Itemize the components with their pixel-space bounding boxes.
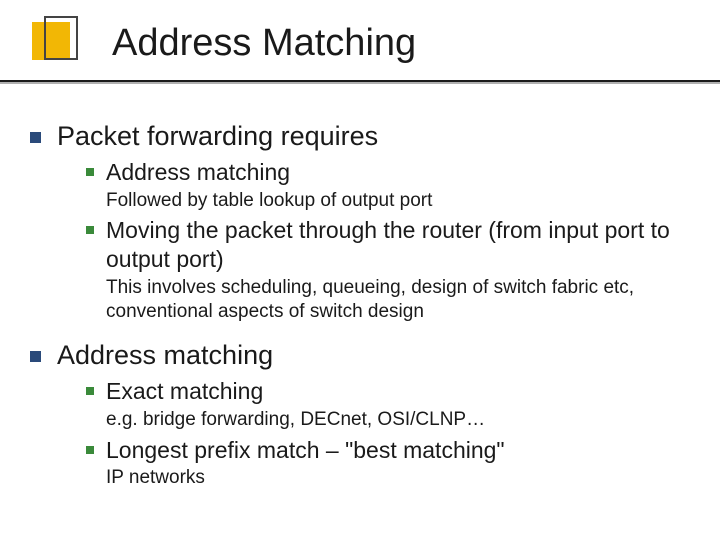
- list-item: Longest prefix match – "best matching": [86, 436, 690, 465]
- square-bullet-icon: [86, 446, 94, 454]
- title-underline: [0, 80, 720, 84]
- list-item-subtext: Followed by table lookup of output port: [106, 189, 690, 213]
- list-item-text: Address matching: [57, 339, 273, 373]
- square-bullet-icon: [86, 387, 94, 395]
- list-item: Packet forwarding requires: [30, 120, 690, 154]
- list-item-text: Packet forwarding requires: [57, 120, 378, 154]
- list-item-subtext: e.g. bridge forwarding, DECnet, OSI/CLNP…: [106, 408, 690, 432]
- corner-decoration: [32, 16, 78, 70]
- square-bullet-icon: [30, 132, 41, 143]
- list-item-text: Moving the packet through the router (fr…: [106, 216, 690, 274]
- list-item-text: Exact matching: [106, 377, 263, 406]
- list-item: Moving the packet through the router (fr…: [86, 216, 690, 274]
- list-item: Exact matching: [86, 377, 690, 406]
- list-item: Address matching: [86, 158, 690, 187]
- slide-title: Address Matching: [112, 22, 416, 65]
- square-bullet-icon: [30, 351, 41, 362]
- list-item-text: Address matching: [106, 158, 290, 187]
- square-bullet-icon: [86, 226, 94, 234]
- list-item-subtext: This involves scheduling, queueing, desi…: [106, 276, 690, 324]
- slide-content: Packet forwarding requires Address match…: [30, 110, 690, 490]
- square-bullet-icon: [86, 168, 94, 176]
- list-item: Address matching: [30, 339, 690, 373]
- corner-border-square: [44, 16, 78, 60]
- list-item-subtext: IP networks: [106, 466, 690, 490]
- list-item-text: Longest prefix match – "best matching": [106, 436, 505, 465]
